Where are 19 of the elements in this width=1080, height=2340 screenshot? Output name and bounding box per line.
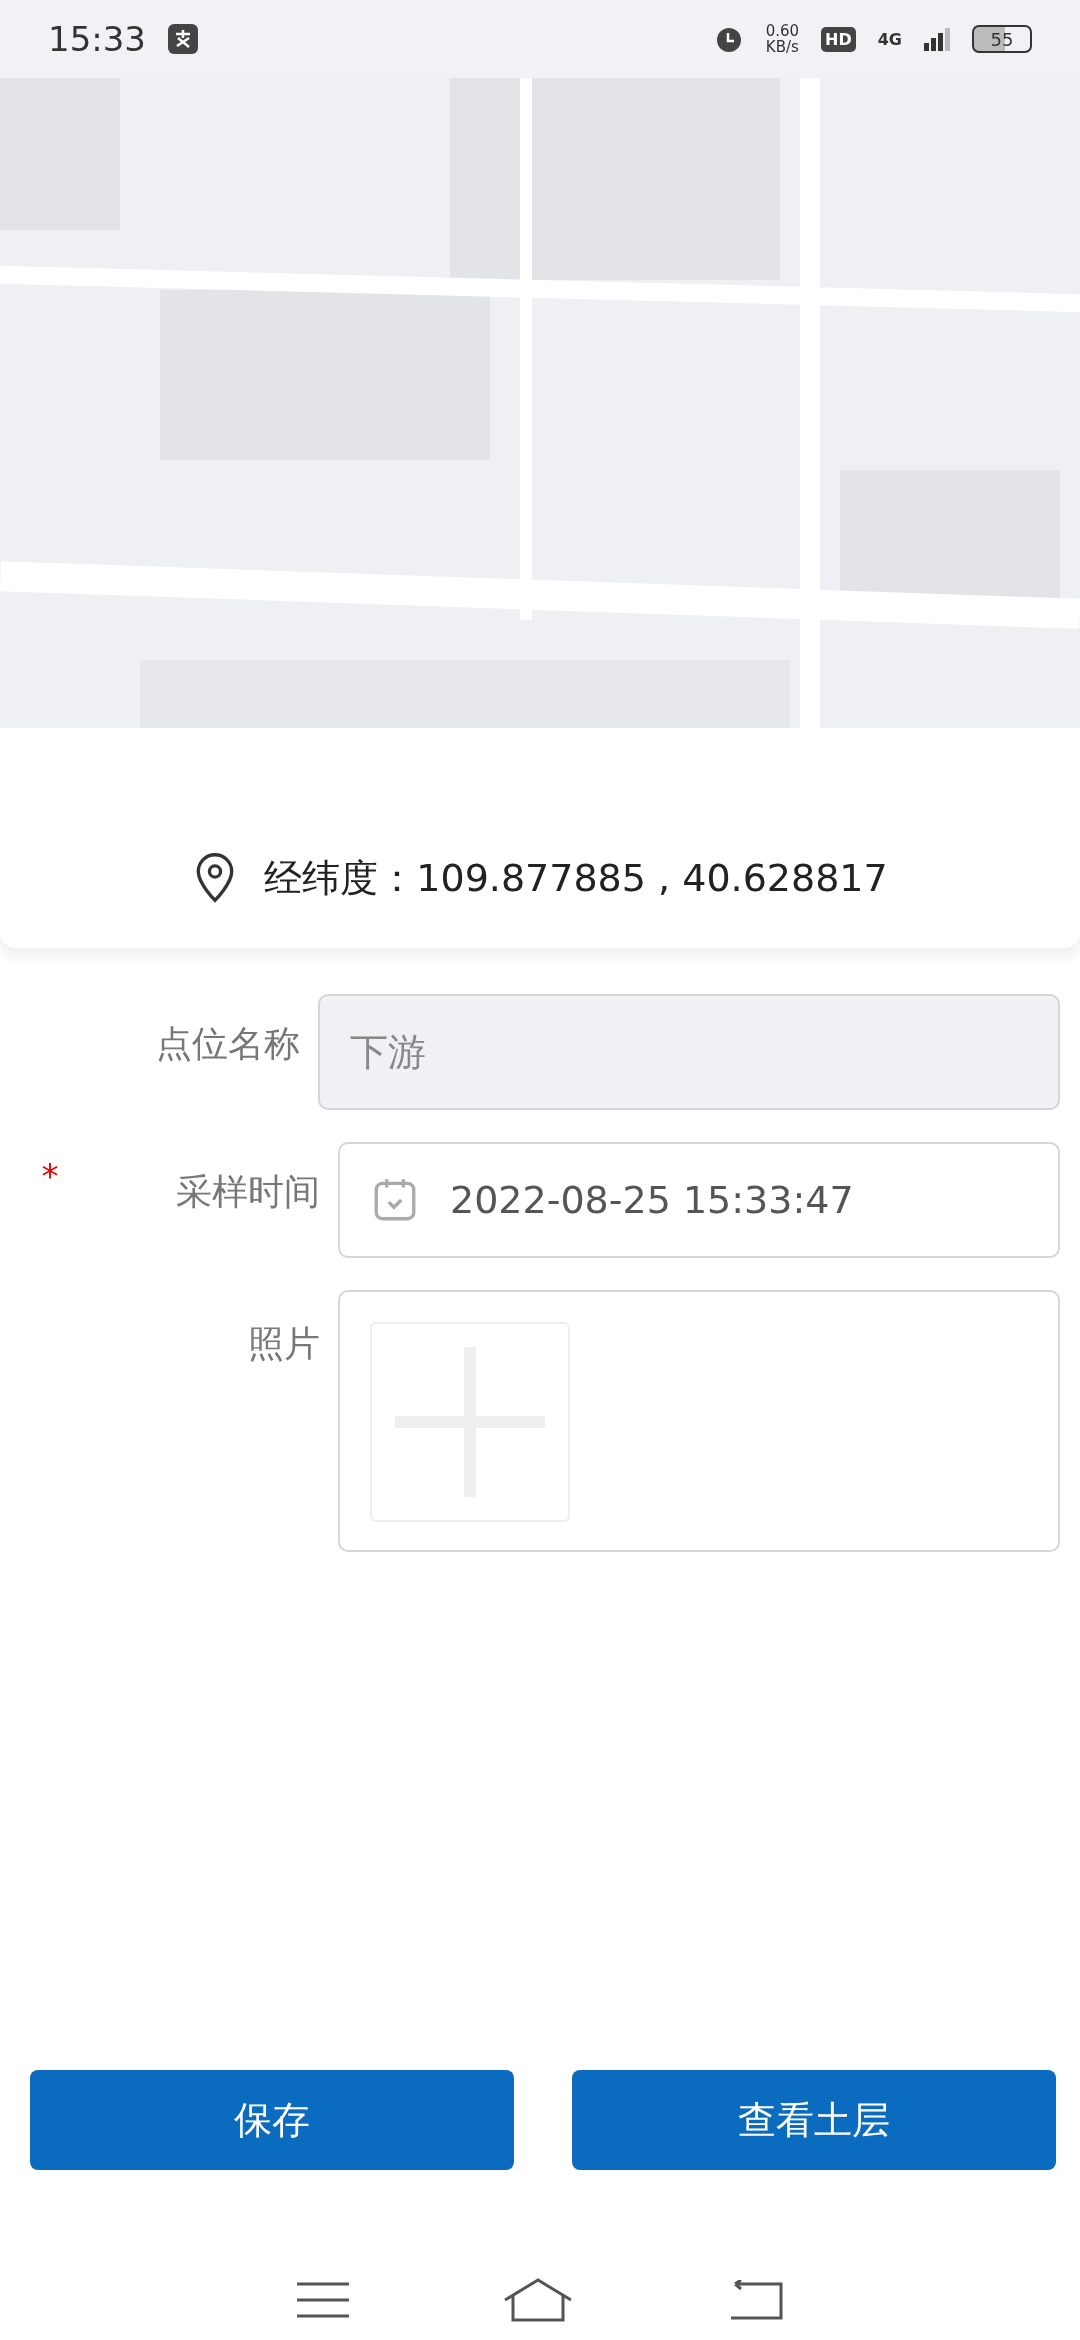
save-button[interactable]: 保存 — [30, 2070, 514, 2170]
field-label: 照片 — [247, 1322, 321, 1366]
field-label: 采样时间 — [175, 1170, 321, 1214]
battery-level: 55 — [972, 25, 1032, 53]
menu-icon[interactable] — [297, 2280, 349, 2320]
network-speed: 0.60 KB/s — [765, 23, 800, 55]
required-asterisk: * — [41, 1156, 59, 1196]
network-type: 4G — [877, 29, 902, 49]
hd-icon: HD — [821, 26, 856, 52]
signal-icon — [924, 27, 950, 51]
field-value: 2022-08-25 15:33:47 — [450, 1178, 854, 1222]
coordinates-text: 经纬度：109.877885 , 40.628817 — [264, 854, 888, 902]
field-value: 下游 — [350, 1028, 426, 1076]
view-layers-button[interactable]: 查看土层 — [572, 2070, 1056, 2170]
app-notification-icon — [168, 24, 198, 54]
date-field[interactable]: 2022-08-25 15:33:47 — [338, 1142, 1060, 1258]
status-time: 15:33 — [48, 19, 146, 59]
field-label: 点位名称 — [155, 1022, 301, 1066]
home-icon[interactable] — [503, 2278, 573, 2322]
